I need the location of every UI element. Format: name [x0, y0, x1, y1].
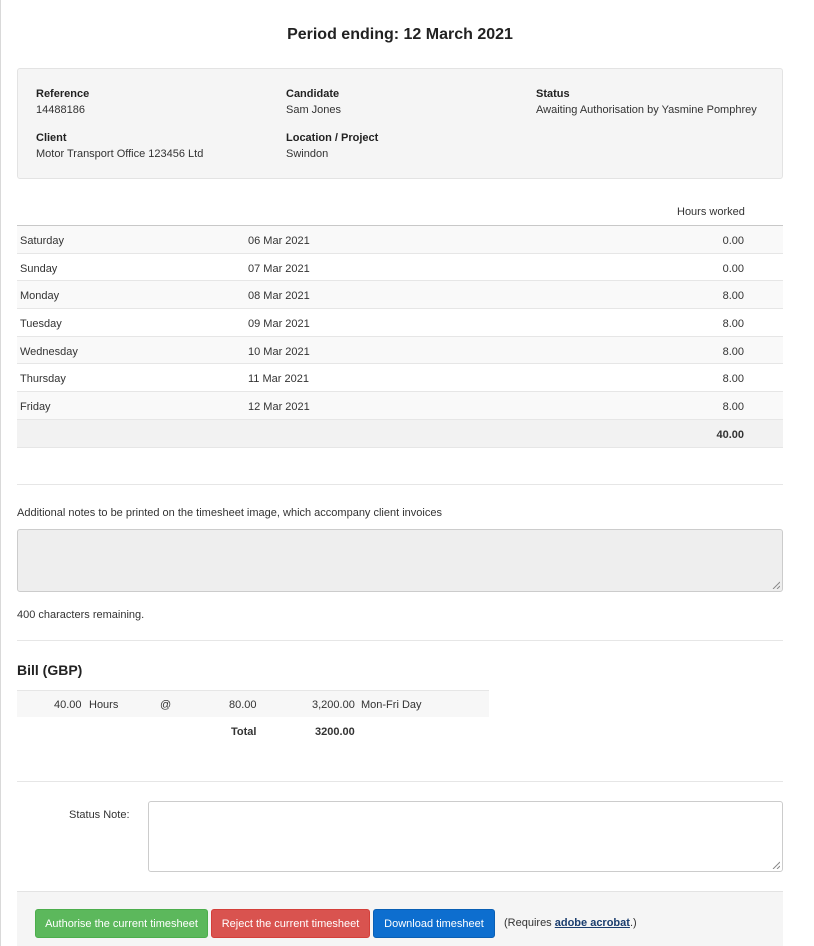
hours-cell: 8.00: [722, 290, 744, 303]
bill-total-label: Total: [231, 726, 257, 738]
section-divider: [17, 484, 783, 485]
table-row: Tuesday 09 Mar 2021 8.00: [17, 309, 783, 337]
hours-total: 40.00: [716, 428, 744, 441]
day-cell: Thursday: [20, 373, 66, 386]
textarea-resize-icon[interactable]: [772, 861, 780, 869]
requires-suffix: .): [629, 917, 637, 929]
bill-rate: 80.00: [229, 699, 257, 711]
date-cell: 08 Mar 2021: [248, 290, 310, 303]
reference-value: 14488186: [36, 104, 85, 116]
hours-cell: 8.00: [722, 345, 744, 358]
date-cell: 06 Mar 2021: [248, 235, 310, 247]
bill-rate-name: Mon-Fri Day: [361, 699, 422, 711]
day-cell: Sunday: [20, 262, 58, 275]
bill-line-row: 40.00 Hours @ 80.00 3,200.00 Mon-Fri Day: [17, 690, 489, 717]
date-cell: 11 Mar 2021: [248, 373, 309, 386]
bill-total-value: 3200.00: [315, 726, 355, 738]
notes-label: Additional notes to be printed on the ti…: [17, 507, 442, 519]
candidate-label: Candidate: [286, 88, 340, 100]
status-note-textarea[interactable]: [148, 801, 783, 872]
download-button[interactable]: Download timesheet: [373, 909, 495, 938]
client-value: Motor Transport Office 123456 Ltd: [36, 148, 204, 160]
bill-amount: 3,200.00: [312, 699, 355, 711]
client-block: Client Motor Transport Office 123456 Ltd: [36, 132, 203, 160]
bill-total-row: Total 3200.00: [17, 718, 489, 745]
bill-quantity: 40.00: [54, 699, 82, 711]
table-row: Saturday 06 Mar 2021 0.00: [17, 226, 783, 254]
section-divider: [17, 640, 783, 641]
date-cell: 12 Mar 2021: [248, 401, 310, 414]
action-bar: Authorise the current timesheet Reject t…: [17, 891, 783, 946]
date-cell: 09 Mar 2021: [248, 318, 310, 331]
notes-textarea[interactable]: [17, 529, 783, 592]
client-label: Client: [36, 132, 67, 144]
location-value: Swindon: [286, 148, 329, 160]
page-title: Period ending: 12 March 2021: [287, 26, 513, 43]
table-row: Thursday 11 Mar 2021 8.00: [17, 364, 783, 393]
timesheet-info-panel: Reference 14488186 Candidate Sam Jones S…: [17, 68, 783, 179]
bill-unit: Hours: [89, 699, 119, 711]
status-block: Status Awaiting Authorisation by Yasmine…: [536, 88, 757, 116]
candidate-block: Candidate Sam Jones: [286, 88, 341, 116]
hours-total-row: 40.00: [17, 419, 783, 448]
hours-cell: 8.00: [722, 401, 744, 414]
table-row: Wednesday 10 Mar 2021 8.00: [17, 336, 783, 365]
day-cell: Tuesday: [20, 318, 62, 331]
candidate-value: Sam Jones: [286, 104, 342, 116]
requires-prefix: (Requires: [504, 917, 555, 929]
location-block: Location / Project Swindon: [286, 132, 378, 160]
authorise-button[interactable]: Authorise the current timesheet: [35, 909, 208, 938]
hours-cell: 8.00: [722, 373, 744, 386]
day-cell: Monday: [20, 290, 60, 303]
bill-at-symbol: @: [160, 699, 172, 711]
reject-button[interactable]: Reject the current timesheet: [211, 909, 370, 938]
status-value: Awaiting Authorisation by Yasmine Pomphr…: [536, 104, 757, 116]
characters-remaining: 400 characters remaining.: [17, 609, 145, 621]
day-cell: Wednesday: [20, 345, 78, 358]
hours-table: Saturday 06 Mar 2021 0.00 Sunday 07 Mar …: [17, 225, 783, 448]
adobe-acrobat-link[interactable]: adobe acrobat: [555, 917, 630, 929]
textarea-resize-icon[interactable]: [772, 581, 780, 589]
hours-worked-header: Hours worked: [677, 206, 745, 218]
requires-note: (Requires adobe acrobat.): [504, 917, 637, 929]
table-row: Sunday 07 Mar 2021 0.00: [17, 254, 783, 282]
table-row: Monday 08 Mar 2021 8.00: [17, 281, 783, 310]
date-cell: 07 Mar 2021: [248, 262, 310, 275]
bill-title: Bill (GBP): [17, 662, 83, 678]
reference-label: Reference: [36, 88, 90, 100]
day-cell: Saturday: [20, 235, 65, 247]
status-note-label: Status Note:: [69, 809, 130, 821]
table-row: Friday 12 Mar 2021 8.00: [17, 392, 783, 420]
hours-cell: 8.00: [722, 318, 744, 331]
section-divider: [17, 781, 783, 782]
date-cell: 10 Mar 2021: [248, 345, 310, 358]
location-label: Location / Project: [286, 132, 379, 144]
hours-cell: 0.00: [722, 262, 744, 275]
hours-cell: 0.00: [722, 235, 744, 247]
status-label: Status: [536, 88, 570, 100]
reference-block: Reference 14488186: [36, 88, 89, 116]
day-cell: Friday: [20, 401, 51, 414]
